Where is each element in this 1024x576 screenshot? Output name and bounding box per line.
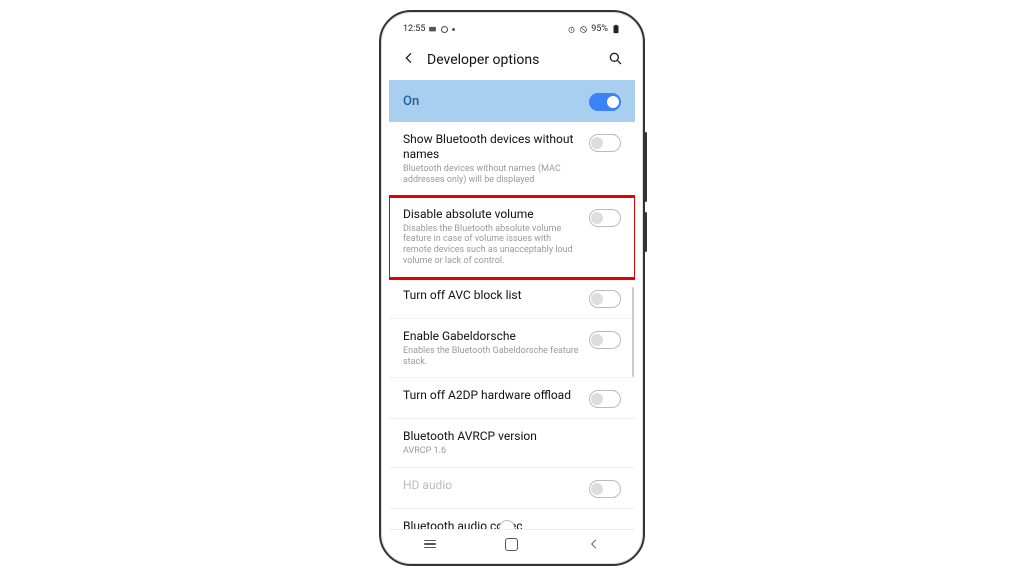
setting-title: Disable absolute volume: [403, 207, 579, 222]
phone-mockup: 12:55 95%: [379, 10, 645, 566]
header: Developer options: [389, 40, 635, 80]
setting-subtitle: Disables the Bluetooth absolute volume f…: [403, 224, 579, 267]
battery-text: 95%: [591, 24, 608, 34]
setting-row[interactable]: Disable absolute volume Disables the Blue…: [389, 197, 635, 278]
setting-toggle[interactable]: [589, 390, 621, 408]
sync-icon: [440, 25, 449, 34]
clock: 12:55: [403, 24, 425, 34]
status-dot-icon: [452, 28, 455, 31]
setting-title: Turn off AVC block list: [403, 288, 579, 303]
setting-row[interactable]: Enable Gabeldorsche Enables the Bluetooth…: [389, 319, 635, 379]
power-button: [644, 212, 647, 252]
alarm-icon: [567, 25, 576, 34]
setting-subtitle: AVRCP 1.6: [403, 446, 621, 457]
setting-title: Turn off A2DP hardware offload: [403, 388, 579, 403]
setting-row[interactable]: Turn off A2DP hardware offload: [389, 378, 635, 419]
recents-button[interactable]: [424, 540, 436, 549]
master-toggle[interactable]: [589, 93, 621, 111]
back-nav-button[interactable]: [587, 537, 601, 551]
navigation-bar: [389, 529, 635, 558]
page-title: Developer options: [427, 52, 597, 68]
message-icon: [428, 25, 437, 34]
setting-subtitle: Bluetooth devices without names (MAC add…: [403, 164, 579, 186]
setting-subtitle: Enables the Bluetooth Gabeldorsche featu…: [403, 346, 579, 368]
dnd-icon: [579, 25, 588, 34]
setting-toggle[interactable]: [589, 209, 621, 227]
setting-toggle[interactable]: [589, 331, 621, 349]
master-toggle-label: On: [403, 94, 419, 109]
search-button[interactable]: [607, 50, 623, 70]
battery-icon: [611, 24, 621, 34]
setting-row[interactable]: HD audio: [389, 468, 635, 509]
setting-row[interactable]: Bluetooth AVRCP version AVRCP 1.6: [389, 419, 635, 468]
volume-button: [644, 132, 647, 202]
setting-toggle[interactable]: [589, 134, 621, 152]
setting-title: HD audio: [403, 478, 579, 493]
master-toggle-row[interactable]: On: [389, 80, 635, 122]
floating-indicator-icon: [499, 520, 515, 529]
scrollbar[interactable]: [632, 287, 634, 377]
back-button[interactable]: [401, 50, 417, 70]
setting-title: Enable Gabeldorsche: [403, 329, 579, 344]
setting-row[interactable]: Show Bluetooth devices without namesBlue…: [389, 122, 635, 197]
setting-title: Show Bluetooth devices without names: [403, 132, 579, 162]
status-bar: 12:55 95%: [389, 18, 635, 40]
setting-toggle[interactable]: [589, 480, 621, 498]
screen: 12:55 95%: [389, 18, 635, 558]
settings-list: Show Bluetooth devices without namesBlue…: [389, 122, 635, 529]
setting-title: Bluetooth AVRCP version: [403, 429, 621, 444]
setting-row[interactable]: Turn off AVC block list: [389, 278, 635, 319]
setting-toggle[interactable]: [589, 290, 621, 308]
home-button[interactable]: [505, 538, 518, 551]
